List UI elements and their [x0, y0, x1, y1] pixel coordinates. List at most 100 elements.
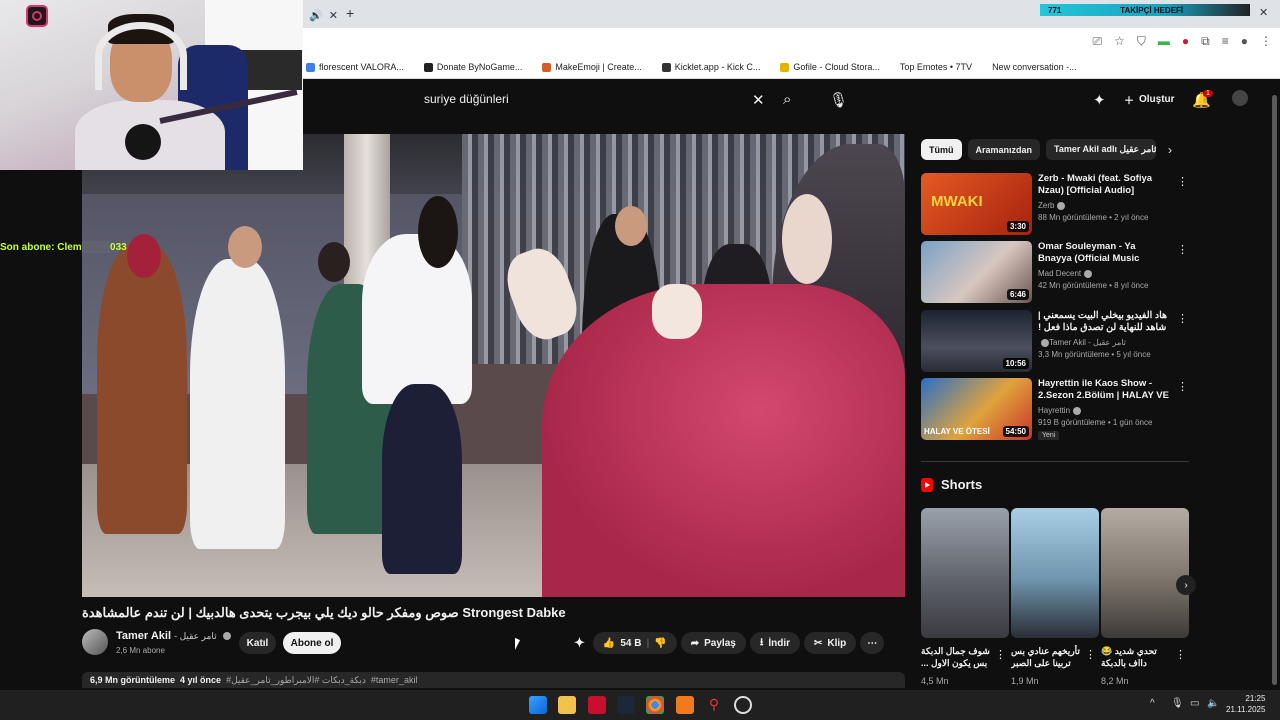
recommendation-title[interactable]: Hayrettin ile Kaos Show - 2.Sezon 2.Bölü… — [1038, 378, 1170, 402]
short-title[interactable]: تأريخهم عنادي بس تربينا على الصبر — [1011, 645, 1085, 669]
recommendation-thumbnail[interactable]: HALAY VE ÖTESİ 54:50 — [921, 378, 1032, 440]
recommendation-thumbnail[interactable]: 10:56 — [921, 310, 1032, 372]
display-icon[interactable]: ▭ — [1190, 698, 1199, 709]
close-tab-icon[interactable]: ✕ — [329, 9, 338, 22]
like-button[interactable]: 👍 54 B | 👎 — [592, 632, 677, 654]
recommendation-item[interactable]: 10:56 هاد الفيديو بيخلي البيت يسمعني | ش… — [921, 310, 1188, 374]
thumbs-up-icon: 👍 — [602, 637, 616, 649]
shorts-header: Shorts — [921, 477, 982, 492]
shorts-next-button[interactable]: › — [1176, 575, 1196, 595]
download-button[interactable]: ⭳ İndir — [749, 632, 801, 654]
extension-green-icon[interactable]: ▬ — [1158, 34, 1170, 49]
recommendation-item[interactable]: 6:46 Omar Souleyman - Ya Bnayya (Officia… — [921, 241, 1188, 305]
recommendation-title[interactable]: هاد الفيديو بيخلي البيت يسمعني | شاهد لل… — [1038, 310, 1170, 334]
short-title[interactable]: تحدي شديد 😂 دااف بالدبكة — [1101, 645, 1175, 669]
profile-icon[interactable]: ● — [1241, 34, 1248, 49]
more-options-icon[interactable]: ⋮ — [1177, 243, 1188, 256]
more-options-icon[interactable]: ⋮ — [1177, 175, 1188, 188]
bookmark-item[interactable]: MakeEmoji | Create... — [542, 62, 642, 72]
clock-time: 21:25 — [1245, 694, 1266, 703]
microphone-icon[interactable]: 🎙 — [829, 91, 848, 109]
window-close-icon[interactable]: ✕ — [1259, 6, 1268, 19]
more-actions-button[interactable]: ⋯ — [860, 632, 885, 654]
more-options-icon[interactable]: ⋮ — [1177, 312, 1188, 325]
more-icon: ⋯ — [867, 637, 878, 649]
notification-badge: 1 — [1203, 90, 1213, 97]
create-button[interactable]: ＋ Oluştur — [1118, 88, 1181, 110]
speaker-icon[interactable]: 🔊 — [309, 9, 323, 22]
scrollbar-thumb[interactable] — [1272, 95, 1277, 685]
chip-from-search[interactable]: Aramanızdan — [967, 139, 1041, 160]
recommendation-item[interactable]: MWAKI 3:30 Zerb - Mwaki (feat. Sofiya Nz… — [921, 173, 1188, 237]
hashtags-arabic[interactable]: #دبكة_دبكات #الامبراطور_ثامر_عقيل — [226, 675, 366, 685]
recommendation-item[interactable]: HALAY VE ÖTESİ 54:50 Hayrettin ile Kaos … — [921, 378, 1188, 442]
browser-tab-active[interactable]: 🔊 ✕ — [303, 2, 343, 28]
bookmark-item[interactable]: florescent VALORA... — [306, 62, 404, 72]
obs-icon[interactable] — [734, 696, 752, 714]
file-explorer-icon[interactable] — [558, 696, 576, 714]
system-clock[interactable]: 21:25 21.11.2025 — [1226, 693, 1265, 715]
bookmark-item[interactable]: Kicklet.app - Kick C... — [661, 62, 760, 72]
account-avatar[interactable] — [1232, 90, 1248, 106]
join-button[interactable]: Katıl — [239, 632, 276, 654]
bookmark-item[interactable]: New conversation -... — [992, 62, 1077, 72]
share-button[interactable]: ➦ Paylaş — [680, 632, 746, 654]
short-item[interactable]: شوف جمال الدبكة بس يكون الاول ... 4,5 Mn… — [921, 508, 1009, 686]
recommendation-channel: Hayrettin — [1038, 406, 1082, 415]
recommendation-title[interactable]: Omar Souleyman - Ya Bnayya (Official Mus… — [1038, 241, 1170, 265]
shield-icon[interactable]: ⛉ — [1137, 34, 1146, 49]
extensions-icon[interactable]: ⧉ — [1201, 34, 1210, 49]
short-thumbnail[interactable] — [1101, 508, 1189, 638]
tray-mic-icon[interactable]: 🎙 — [1171, 698, 1184, 709]
channel-name[interactable]: Tamer Akil - ثامر عقيل — [116, 630, 231, 642]
short-title[interactable]: شوف جمال الدبكة بس يكون الاول ... — [921, 645, 995, 669]
description-box[interactable]: 6,9 Mn görüntüleme 4 yıl önce #دبكة_دبكا… — [82, 672, 905, 688]
media-controls-icon[interactable]: ≡ — [1222, 34, 1229, 49]
recommendation-thumbnail[interactable]: MWAKI 3:30 — [921, 173, 1032, 235]
recommendation-meta: 3,3 Mn görüntüleme • 5 yıl önce — [1038, 350, 1151, 359]
cast-icon[interactable]: ⎚ — [1093, 34, 1103, 49]
bookmark-star-icon[interactable]: ☆ — [1114, 34, 1125, 49]
recommendation-title[interactable]: Zerb - Mwaki (feat. Sofiya Nzau) [Offici… — [1038, 173, 1170, 197]
recommendation-thumbnail[interactable]: 6:46 — [921, 241, 1032, 303]
clear-search-icon[interactable]: ✕ — [752, 91, 765, 109]
minimize-icon[interactable]: ▫ — [1230, 6, 1234, 18]
browser-menu-icon[interactable]: ⋮ — [1260, 34, 1272, 49]
start-menu-icon[interactable] — [529, 696, 547, 714]
volume-icon[interactable]: 🔈 — [1207, 698, 1219, 709]
subscribe-button[interactable]: Abone ol — [283, 632, 341, 654]
more-options-icon[interactable]: ⋮ — [995, 648, 1006, 661]
chevron-right-icon[interactable]: › — [1168, 143, 1172, 157]
hashtag[interactable]: #tamer_akil — [371, 675, 418, 685]
tray-chevron-icon[interactable]: ^ — [1150, 698, 1155, 709]
bookmark-item[interactable]: Gofile - Cloud Stora... — [780, 62, 880, 72]
channel-avatar[interactable] — [82, 629, 108, 655]
premium-icon[interactable]: ✦ — [574, 635, 585, 651]
video-player[interactable] — [82, 134, 905, 597]
more-options-icon[interactable]: ⋮ — [1177, 380, 1188, 393]
chip-channel[interactable]: Tamer Akil adlı ثامر عقيل - — [1046, 139, 1157, 160]
more-options-icon[interactable]: ⋮ — [1175, 648, 1186, 661]
premium-icon[interactable]: ✦ — [1093, 91, 1106, 109]
thumbs-down-icon[interactable]: 👎 — [654, 638, 666, 649]
app-icon[interactable] — [676, 696, 694, 714]
app-icon[interactable] — [588, 696, 606, 714]
map-pin-icon[interactable]: ⚲ — [705, 696, 723, 714]
clip-button[interactable]: ✂ Klip — [804, 632, 857, 654]
opera-icon[interactable]: ● — [1182, 34, 1189, 49]
bookmark-favicon-icon — [661, 62, 671, 72]
short-item[interactable]: تحدي شديد 😂 دااف بالدبكة 8,2 Mn ⋮ — [1101, 508, 1189, 686]
search-icon[interactable]: ⌕ — [783, 91, 791, 108]
new-tab-button[interactable]: + — [346, 5, 354, 21]
short-thumbnail[interactable] — [921, 508, 1009, 638]
steam-icon[interactable] — [617, 696, 635, 714]
short-item[interactable]: تأريخهم عنادي بس تربينا على الصبر 1,9 Mn… — [1011, 508, 1099, 686]
chrome-icon[interactable] — [646, 696, 664, 714]
short-thumbnail[interactable] — [1011, 508, 1099, 638]
more-options-icon[interactable]: ⋮ — [1085, 648, 1096, 661]
bookmark-item[interactable]: Donate ByNoGame... — [423, 62, 522, 72]
create-label: Oluştur — [1139, 93, 1175, 105]
chip-all[interactable]: Tümü — [921, 139, 962, 160]
search-input[interactable]: suriye düğünleri — [424, 92, 509, 106]
bookmark-item[interactable]: Top Emotes • 7TV — [900, 62, 972, 72]
